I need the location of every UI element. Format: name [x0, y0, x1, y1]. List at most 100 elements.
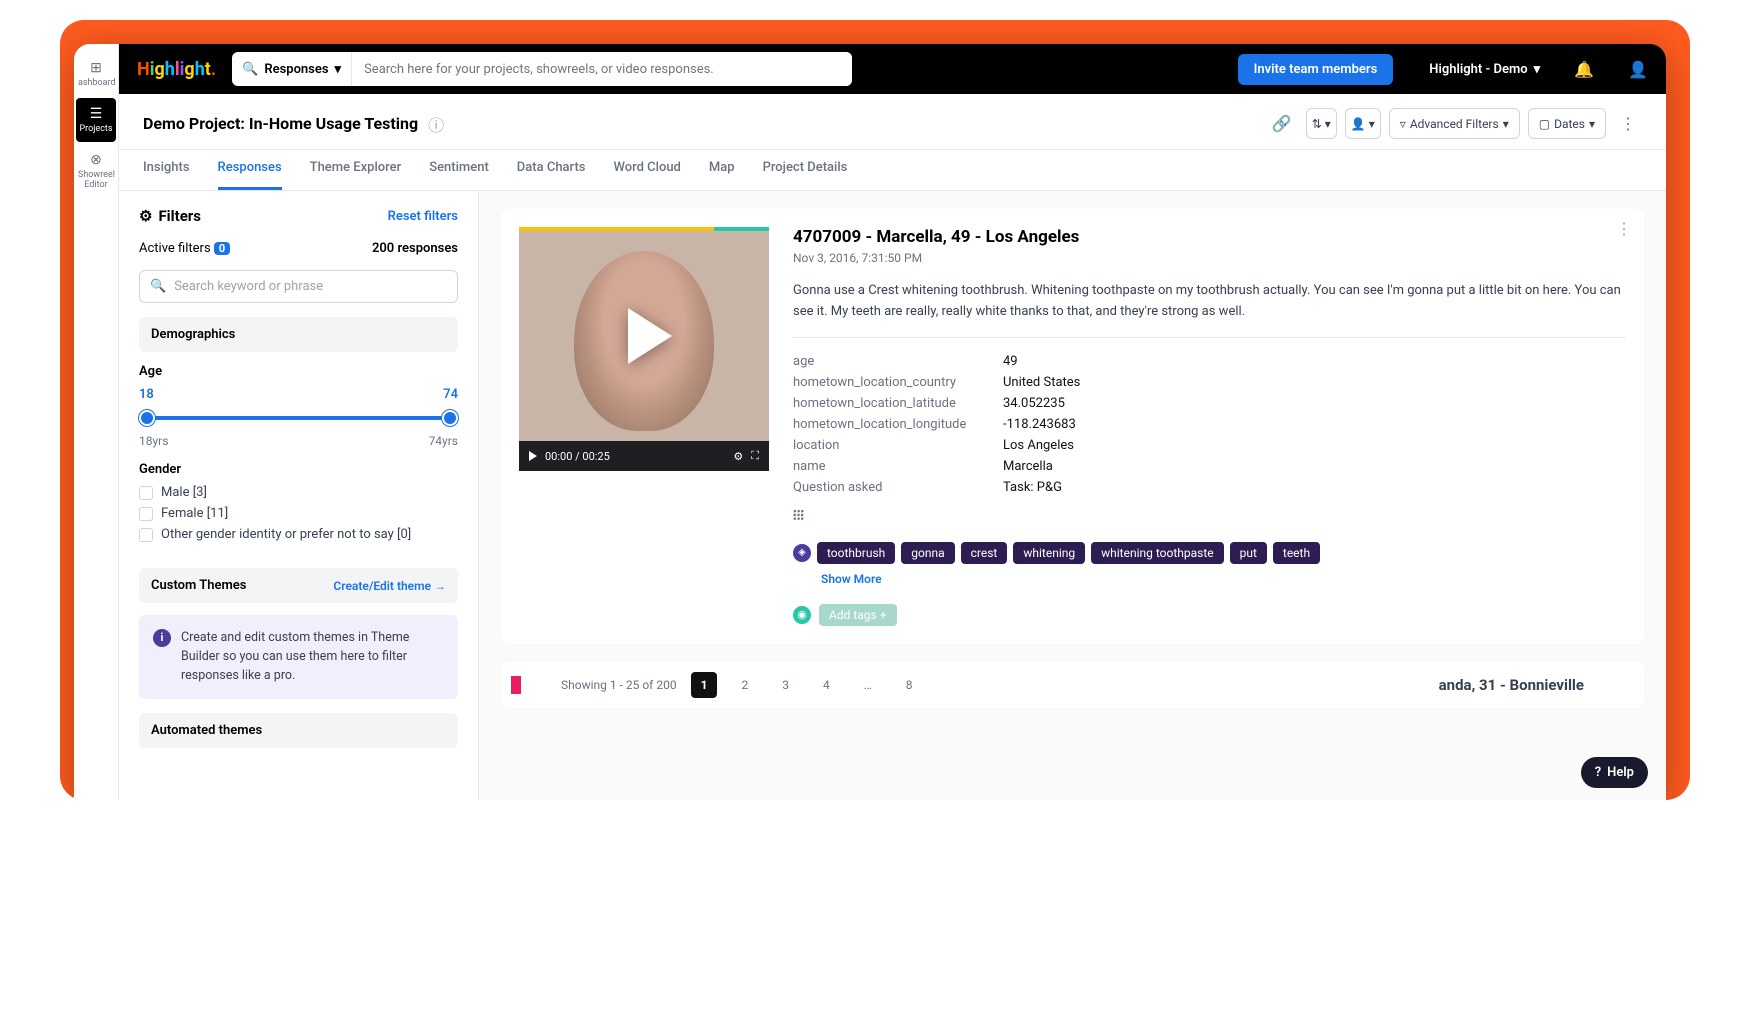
tag-chip[interactable]: put	[1230, 542, 1267, 564]
meta-val: -118.243683	[1003, 417, 1076, 432]
more-icon[interactable]: ⋮	[1616, 219, 1632, 238]
grid-icon: ⊞	[78, 60, 114, 76]
tab-project-details[interactable]: Project Details	[763, 150, 848, 190]
filter-icon: ▿	[1400, 117, 1406, 131]
tab-word-cloud[interactable]: Word Cloud	[614, 150, 681, 190]
tag-chip[interactable]: gonna	[901, 542, 954, 564]
play-icon[interactable]	[628, 308, 672, 364]
bell-icon[interactable]: 🔔	[1574, 60, 1594, 79]
chevron-down-icon: ▾	[1503, 117, 1509, 131]
btn-label: Advanced Filters	[1410, 117, 1499, 131]
custom-themes-section[interactable]: Custom Themes Create/Edit theme →	[139, 568, 458, 603]
chevron-down-icon: ▾	[335, 62, 342, 77]
list-icon[interactable]: ᎒᎒᎒	[793, 505, 1626, 526]
pagination: Showing 1 - 25 of 200 1 2 3 4 … 8 anda, …	[501, 662, 1644, 708]
age-label: Age	[139, 364, 458, 379]
logo[interactable]: Highlight.	[137, 59, 216, 80]
create-edit-theme-link[interactable]: Create/Edit theme →	[333, 579, 446, 593]
meta-key: name	[793, 459, 1003, 474]
dates-button[interactable]: ▢Dates▾	[1528, 108, 1606, 139]
video-time: 00:00 / 00:25	[545, 450, 610, 463]
keyword-search[interactable]: 🔍 Search keyword or phrase	[139, 270, 458, 303]
search-icon: 🔍	[242, 62, 258, 77]
reset-filters-link[interactable]: Reset filters	[388, 209, 458, 224]
section-label: Custom Themes	[151, 578, 246, 593]
meta-table: age49 hometown_location_countryUnited St…	[793, 354, 1626, 495]
age-min: 18	[139, 387, 154, 402]
invite-button[interactable]: Invite team members	[1238, 54, 1394, 85]
age-slider[interactable]	[139, 408, 458, 428]
tag-chip[interactable]: whitening toothpaste	[1091, 542, 1224, 564]
advanced-filters-button[interactable]: ▿ Advanced Filters ▾	[1389, 108, 1520, 139]
theme-tag-icon: ◈	[793, 544, 811, 562]
tab-theme-explorer[interactable]: Theme Explorer	[310, 150, 402, 190]
meta-val: Marcella	[1003, 459, 1053, 474]
filters-title: ⚙Filters	[139, 207, 201, 225]
topbar: Highlight. 🔍 Responses ▾ Invite team mem…	[119, 44, 1666, 94]
stack-icon: ☰	[78, 106, 114, 122]
add-tags-button[interactable]: Add tags +	[819, 604, 897, 626]
meta-val: 49	[1003, 354, 1018, 369]
option-label: Male [3]	[161, 485, 207, 500]
link-icon[interactable]: 🔗	[1266, 108, 1298, 139]
page-button-4[interactable]: 4	[813, 672, 840, 698]
tab-sentiment[interactable]: Sentiment	[429, 150, 489, 190]
search-input[interactable]	[352, 52, 852, 86]
show-more-link[interactable]: Show More	[821, 572, 1626, 586]
demographics-section[interactable]: Demographics	[139, 317, 458, 352]
help-button[interactable]: ? Help	[1581, 757, 1648, 788]
age-min-label: 18yrs	[139, 434, 168, 448]
automated-themes-section[interactable]: Automated themes	[139, 713, 458, 748]
tab-map[interactable]: Map	[709, 150, 735, 190]
page-button-2[interactable]: 2	[731, 672, 758, 698]
sidebar-label: Showreel Editor	[78, 170, 115, 190]
add-tag-icon: ◉	[793, 606, 811, 624]
sidebar-item-dashboard[interactable]: ⊞ ashboard	[76, 52, 116, 96]
tag-chip[interactable]: toothbrush	[817, 542, 895, 564]
meta-key: hometown_location_latitude	[793, 396, 1003, 411]
responses-panel: ⋮ 00:00 / 00:25 ⚙	[479, 191, 1666, 800]
search-scope-dropdown[interactable]: 🔍 Responses ▾	[232, 52, 352, 86]
global-search: 🔍 Responses ▾	[232, 52, 852, 86]
page-ellipsis: …	[854, 672, 882, 698]
help-icon: ?	[1595, 765, 1601, 780]
btn-label: Dates	[1554, 117, 1585, 131]
slider-thumb-min[interactable]	[139, 410, 155, 426]
response-transcript: Gonna use a Crest whitening toothbrush. …	[793, 281, 1626, 338]
tag-chip[interactable]: crest	[961, 542, 1008, 564]
page-button-1[interactable]: 1	[691, 672, 718, 698]
sidebar-label: ashboard	[78, 78, 116, 88]
settings-icon[interactable]: ⚙	[733, 450, 743, 463]
page-button-8[interactable]: 8	[896, 672, 923, 698]
video-player: 00:00 / 00:25 ⚙ ⛶	[519, 227, 769, 626]
info-icon[interactable]: ⓘ	[428, 112, 444, 136]
sidebar-item-showreel[interactable]: ⊗ Showreel Editor	[76, 144, 116, 198]
gender-option-other[interactable]: Other gender identity or prefer not to s…	[139, 527, 458, 542]
project-tabs: Insights Responses Theme Explorer Sentim…	[119, 150, 1666, 191]
play-button-icon[interactable]	[529, 451, 537, 461]
more-icon[interactable]: ⋮	[1614, 108, 1642, 139]
fullscreen-icon[interactable]: ⛶	[751, 449, 759, 463]
slider-thumb-max[interactable]	[442, 410, 458, 426]
meta-val: United States	[1003, 375, 1080, 390]
tab-responses[interactable]: Responses	[218, 150, 282, 190]
sidebar-item-projects[interactable]: ☰ Projects	[76, 98, 116, 142]
gender-option-male[interactable]: Male [3]	[139, 485, 458, 500]
title-text: Filters	[158, 207, 201, 225]
tab-insights[interactable]: Insights	[143, 150, 190, 190]
theme-info-box: i Create and edit custom themes in Theme…	[139, 615, 458, 699]
tab-data-charts[interactable]: Data Charts	[517, 150, 586, 190]
tag-chip[interactable]: teeth	[1273, 542, 1320, 564]
tag-chip[interactable]: whitening	[1013, 542, 1085, 564]
video-frame[interactable]	[519, 231, 769, 441]
user-icon[interactable]: 👤	[1628, 60, 1648, 79]
response-card: ⋮ 00:00 / 00:25 ⚙	[501, 209, 1644, 644]
active-count-badge: 0	[214, 242, 230, 255]
sort-button[interactable]: ⇅ ▾	[1306, 108, 1337, 139]
page-button-3[interactable]: 3	[772, 672, 799, 698]
account-dropdown[interactable]: Highlight - Demo ▾	[1429, 62, 1540, 77]
chevron-down-icon: ▾	[1534, 62, 1541, 77]
checkbox-icon	[139, 507, 153, 521]
user-filter-button[interactable]: 👤 ▾	[1345, 108, 1381, 139]
gender-option-female[interactable]: Female [11]	[139, 506, 458, 521]
